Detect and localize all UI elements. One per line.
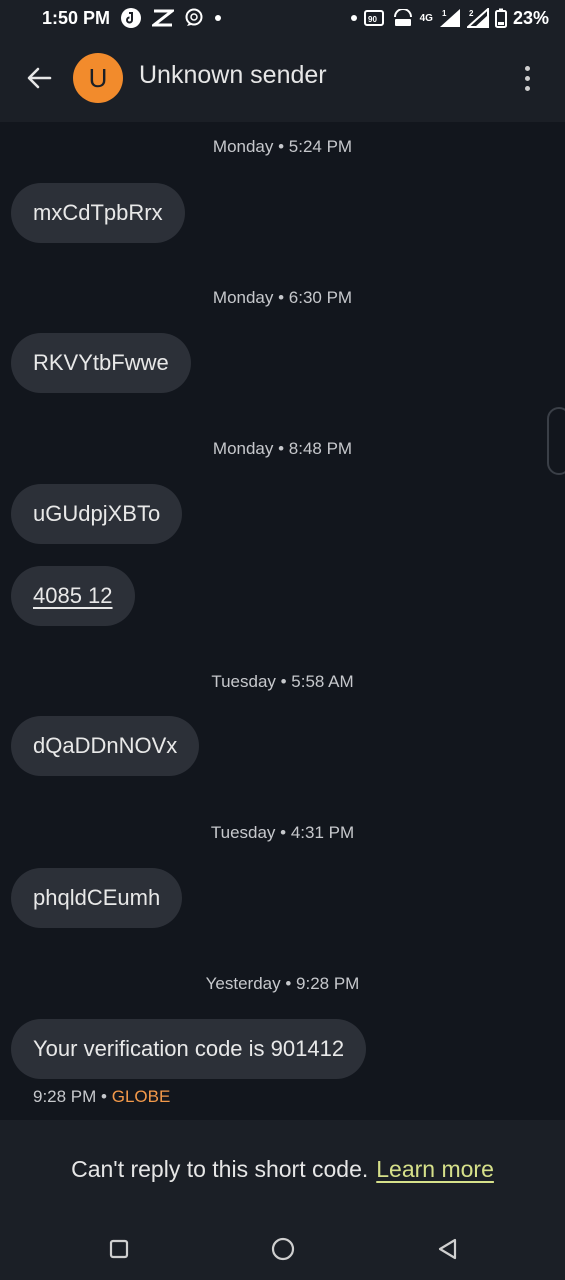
app-bar: U Unknown sender <box>0 36 565 122</box>
message-text: phqldCEumh <box>33 885 161 910</box>
scroll-handle[interactable] <box>547 407 565 475</box>
battery-percent: 23% <box>512 7 549 28</box>
short-code-notice: Can't reply to this short code. Learn mo… <box>0 1120 565 1218</box>
meta-separator: • <box>101 1087 107 1106</box>
signal-icon: 1 <box>439 8 461 28</box>
network-type: 4G <box>419 12 433 24</box>
more-vert-icon-dot <box>524 85 530 91</box>
more-vert-icon-dot <box>524 75 530 81</box>
svg-text:90: 90 <box>368 15 377 24</box>
message-timestamp: Monday • 6:30 PM <box>212 288 353 307</box>
avatar[interactable]: U <box>73 53 123 103</box>
message-text: mxCdTpbRrx <box>33 200 163 225</box>
recents-button[interactable] <box>104 1234 134 1264</box>
contact-name[interactable]: Unknown sender <box>139 61 327 90</box>
arrow-left-icon <box>27 67 52 89</box>
messages-screen: 1:50 PM 90 4G 1 2 23% U Unknown sender M… <box>0 0 565 1280</box>
phone-number-link[interactable]: 4085 12 <box>33 583 113 609</box>
navigation-bar <box>0 1218 565 1280</box>
recents-icon <box>109 1239 129 1259</box>
tiktok-icon <box>120 7 142 29</box>
capcut-icon <box>152 8 175 28</box>
home-button[interactable] <box>268 1234 298 1264</box>
message-text: RKVYtbFwwe <box>33 350 169 375</box>
message-bubble[interactable]: dQaDDnNOVx <box>11 716 200 776</box>
message-timestamp: Yesterday • 9:28 PM <box>205 974 360 993</box>
battery-icon <box>494 8 507 28</box>
signal-icon: 2 <box>466 8 489 28</box>
notice-text: Can't reply to this short code. <box>71 1155 369 1182</box>
message-bubble[interactable]: 4085 12 <box>11 566 135 626</box>
message-timestamp: Monday • 5:24 PM <box>212 137 353 156</box>
volte-icon <box>392 9 414 27</box>
status-bar: 1:50 PM 90 4G 1 2 23% <box>0 0 565 36</box>
message-bubble[interactable]: Your verification code is 901412 <box>11 1019 367 1079</box>
back-button[interactable] <box>22 61 56 95</box>
more-options-button[interactable] <box>515 58 539 98</box>
message-bubble[interactable]: uGUdpjXBTo <box>11 484 183 544</box>
more-vert-icon <box>524 65 530 71</box>
chat-bubble-icon <box>184 8 204 28</box>
sim1-label: 1 <box>442 9 447 18</box>
learn-more-link[interactable]: Learn more <box>376 1156 494 1183</box>
message-timestamp: Tuesday • 4:31 PM <box>210 823 355 842</box>
status-time: 1:50 PM <box>42 7 111 28</box>
message-text: uGUdpjXBTo <box>33 501 161 526</box>
message-bubble[interactable]: mxCdTpbRrx <box>11 183 185 243</box>
data-saver-icon: 90 <box>363 9 386 27</box>
back-nav-icon <box>438 1238 457 1260</box>
message-meta: 9:28 PM • GLOBE <box>33 1087 170 1107</box>
home-icon <box>271 1237 295 1261</box>
dot-icon <box>350 14 358 22</box>
back-nav-button[interactable] <box>432 1234 462 1264</box>
sim2-label: 2 <box>469 9 474 18</box>
message-timestamp: Monday • 8:48 PM <box>212 439 353 458</box>
message-time: 9:28 PM <box>33 1087 97 1106</box>
message-bubble[interactable]: RKVYtbFwwe <box>11 333 191 393</box>
dot-icon <box>214 14 222 22</box>
message-timestamp: Tuesday • 5:58 AM <box>211 672 354 691</box>
message-text: Your verification code is 901412 <box>33 1036 345 1061</box>
message-text: dQaDDnNOVx <box>33 733 178 758</box>
sender-label: GLOBE <box>111 1087 171 1106</box>
message-bubble[interactable]: phqldCEumh <box>11 868 183 928</box>
